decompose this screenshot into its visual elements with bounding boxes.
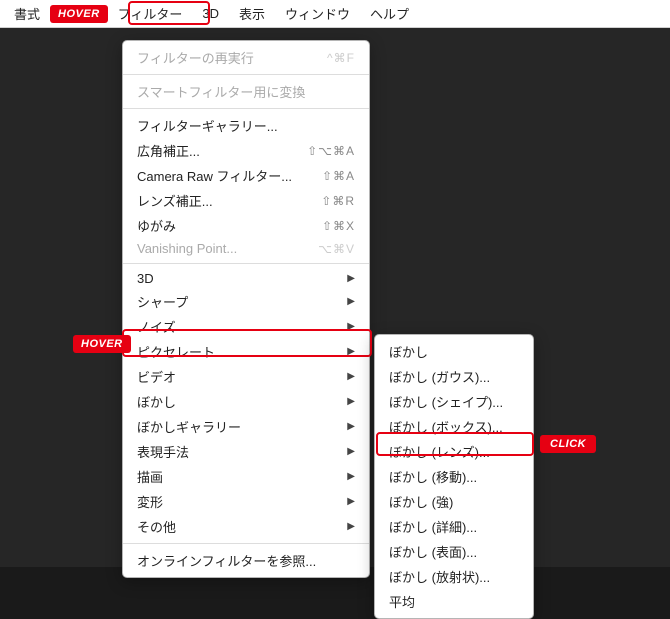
filter-wide[interactable]: 広角補正... ⇧⌥⌘A [123, 138, 369, 163]
filter-pixelate[interactable]: ピクセレート ▶ [123, 339, 369, 364]
label: Camera Raw フィルター... [137, 166, 292, 185]
filter-sketch[interactable]: 描画 ▶ [123, 464, 369, 489]
filter-sharpen[interactable]: シャープ ▶ [123, 289, 369, 314]
label: 広角補正... [137, 141, 200, 160]
blur-lens[interactable]: ぼかし (レンズ)... [375, 439, 533, 464]
label: Vanishing Point... [137, 241, 237, 256]
filter-smart: スマートフィルター用に変換 [123, 79, 369, 104]
label: シャープ [137, 292, 188, 311]
menu-help[interactable]: ヘルプ [360, 0, 419, 27]
filter-noise[interactable]: ノイズ ▶ [123, 314, 369, 339]
label: ゆがみ [137, 216, 176, 235]
label: ぼかし (シェイプ)... [389, 392, 503, 411]
label: ぼかし (ガウス)... [389, 367, 490, 386]
chevron-right-icon: ▶ [347, 371, 355, 382]
click-annotation: CLICK [540, 435, 596, 453]
label: ぼかし (レンズ)... [389, 442, 490, 461]
label: ぼかし (ボックス)... [389, 417, 503, 436]
chevron-right-icon: ▶ [347, 446, 355, 457]
filter-distort[interactable]: 変形 ▶ [123, 489, 369, 514]
blur-average[interactable]: 平均 [375, 589, 533, 614]
separator [123, 74, 369, 75]
label: 変形 [137, 492, 163, 511]
filter-camera[interactable]: Camera Raw フィルター... ⇧⌘A [123, 163, 369, 188]
menu-format[interactable]: 書式 [4, 0, 50, 27]
hover-annotation-menubar: HOVER [50, 5, 108, 23]
blur-radial[interactable]: ぼかし (放射状)... [375, 564, 533, 589]
label: ビデオ [137, 367, 176, 386]
label: ぼかし (放射状)... [389, 567, 490, 586]
filter-gallery[interactable]: フィルターギャラリー... [123, 113, 369, 138]
separator [123, 263, 369, 264]
chevron-right-icon: ▶ [347, 496, 355, 507]
menu-filter[interactable]: フィルター [108, 0, 193, 27]
blur-gauss[interactable]: ぼかし (ガウス)... [375, 364, 533, 389]
shortcut: ⇧⌘X [322, 219, 355, 233]
filter-3d[interactable]: 3D ▶ [123, 268, 369, 289]
blur-basic[interactable]: ぼかし [375, 339, 533, 364]
chevron-right-icon: ▶ [347, 396, 355, 407]
blur-detail[interactable]: ぼかし (詳細)... [375, 514, 533, 539]
shortcut: ⇧⌘A [322, 169, 355, 183]
filter-video[interactable]: ビデオ ▶ [123, 364, 369, 389]
label: ぼかし (表面)... [389, 542, 477, 561]
label: 平均 [389, 592, 415, 611]
label: ぼかし (詳細)... [389, 517, 477, 536]
filter-online[interactable]: オンラインフィルターを参照... [123, 548, 369, 573]
label: フィルターの再実行 [137, 48, 254, 67]
filter-lens[interactable]: レンズ補正... ⇧⌘R [123, 188, 369, 213]
blur-box[interactable]: ぼかし (ボックス)... [375, 414, 533, 439]
filter-other[interactable]: その他 ▶ [123, 514, 369, 539]
blur-shape[interactable]: ぼかし (シェイプ)... [375, 389, 533, 414]
label: ぼかし [137, 392, 176, 411]
chevron-right-icon: ▶ [347, 521, 355, 532]
label: その他 [137, 517, 176, 536]
label: ぼかし (移動)... [389, 467, 477, 486]
label: ピクセレート [137, 342, 215, 361]
label: フィルターギャラリー... [137, 116, 278, 135]
chevron-right-icon: ▶ [347, 273, 355, 284]
shortcut: ⇧⌥⌘A [307, 144, 355, 158]
blur-surface[interactable]: ぼかし (表面)... [375, 539, 533, 564]
label: ぼかし (強) [389, 492, 453, 511]
filter-liquify[interactable]: ゆがみ ⇧⌘X [123, 213, 369, 238]
chevron-right-icon: ▶ [347, 296, 355, 307]
menu-3d[interactable]: 3D [192, 2, 229, 25]
shortcut: ⌥⌘V [318, 242, 355, 256]
label: ぼかしギャラリー [137, 417, 241, 436]
chevron-right-icon: ▶ [347, 346, 355, 357]
filter-dropdown: フィルターの再実行 ^⌘F スマートフィルター用に変換 フィルターギャラリー..… [122, 40, 370, 578]
chevron-right-icon: ▶ [347, 321, 355, 332]
shortcut: ^⌘F [327, 51, 355, 65]
filter-vanish: Vanishing Point... ⌥⌘V [123, 238, 369, 259]
label: レンズ補正... [137, 191, 213, 210]
filter-blur-gallery[interactable]: ぼかしギャラリー ▶ [123, 414, 369, 439]
shortcut: ⇧⌘R [321, 194, 355, 208]
blur-submenu: ぼかし ぼかし (ガウス)... ぼかし (シェイプ)... ぼかし (ボックス… [374, 334, 534, 619]
hover-annotation-blur: HOVER [73, 335, 131, 353]
chevron-right-icon: ▶ [347, 471, 355, 482]
menubar: 書式 HOVER フィルター 3D 表示 ウィンドウ ヘルプ [0, 0, 670, 28]
filter-render[interactable]: 表現手法 ▶ [123, 439, 369, 464]
separator [123, 543, 369, 544]
menu-view[interactable]: 表示 [229, 0, 275, 27]
menu-window[interactable]: ウィンドウ [275, 0, 360, 27]
label: ノイズ [137, 317, 176, 336]
label: 3D [137, 271, 154, 286]
label: オンラインフィルターを参照... [137, 551, 316, 570]
blur-more[interactable]: ぼかし (強) [375, 489, 533, 514]
label: スマートフィルター用に変換 [137, 82, 305, 101]
filter-blur[interactable]: ぼかし ▶ [123, 389, 369, 414]
chevron-right-icon: ▶ [347, 421, 355, 432]
blur-motion[interactable]: ぼかし (移動)... [375, 464, 533, 489]
filter-reexec: フィルターの再実行 ^⌘F [123, 45, 369, 70]
label: ぼかし [389, 342, 428, 361]
separator [123, 108, 369, 109]
label: 描画 [137, 467, 163, 486]
label: 表現手法 [137, 442, 189, 461]
